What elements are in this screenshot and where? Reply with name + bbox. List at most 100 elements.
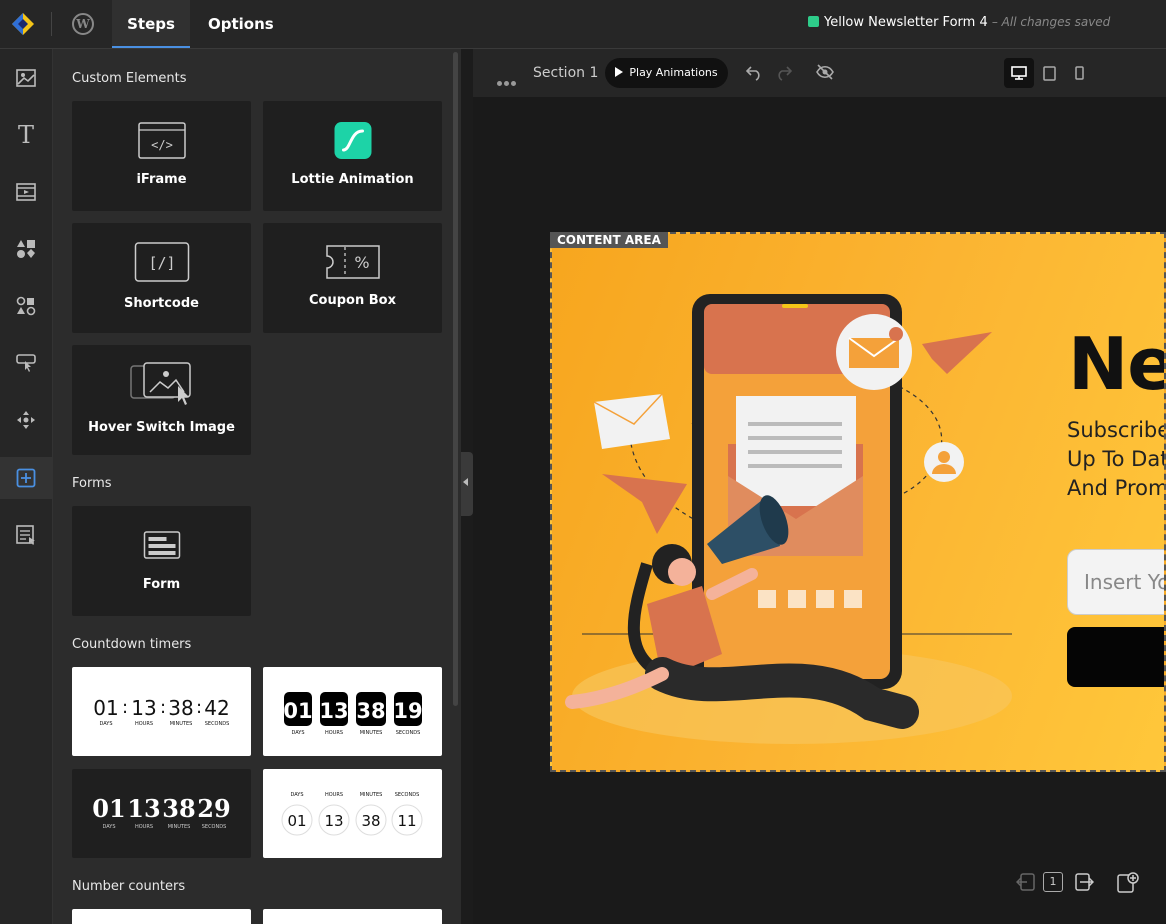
form-title[interactable]: Yellow Newsletter Form 4 [824,15,988,30]
svg-text:HOURS: HOURS [325,792,343,798]
countdown-timers-title: Countdown timers [72,637,192,652]
tablet-view-icon[interactable] [1034,58,1064,88]
app-logo-icon[interactable] [10,12,36,36]
svg-text:38: 38 [361,812,380,830]
timer-days-value: 01 [93,696,118,720]
shortcode-element[interactable]: [/] Shortcode [72,223,251,333]
collapse-panel-button[interactable] [461,452,473,516]
text-icon[interactable]: T [0,115,52,155]
shapes-icon[interactable] [0,229,52,269]
form-label: Form [142,577,181,592]
svg-text:13: 13 [127,794,160,823]
image-icon[interactable] [0,58,52,98]
svg-text:MINUTES: MINUTES [168,824,191,830]
move-icon[interactable] [0,400,52,440]
countdown-timer-style-1[interactable]: 01 : 13 : 38 : 42 DAYS HOURS MINUTES SEC… [72,667,251,756]
svg-text:HOURS: HOURS [135,721,153,727]
button-icon[interactable] [0,343,52,383]
svg-text:DAYS: DAYS [290,792,303,798]
add-step-icon[interactable] [1117,872,1139,894]
hover-switch-image-element[interactable]: Hover Switch Image [72,345,251,455]
svg-text:13: 13 [319,699,348,723]
svg-text:29: 29 [197,794,230,823]
svg-text:DAYS: DAYS [102,824,115,830]
tab-options[interactable]: Options [208,0,274,48]
section-label[interactable]: Section 1 [533,65,598,81]
canvas-toolbar: Section 1 Play Animations [473,49,1166,97]
previous-step-icon[interactable] [1016,872,1036,892]
left-icon-bar: T [0,49,53,924]
svg-text:HOURS: HOURS [325,730,343,736]
svg-text::: : [122,697,128,718]
iframe-icon: </> [137,122,186,159]
play-animations-button[interactable]: Play Animations [605,58,728,88]
add-element-icon[interactable] [0,457,52,499]
svg-text:11: 11 [397,812,416,830]
shortcode-label: Shortcode [124,296,199,311]
svg-text:38: 38 [356,699,385,723]
mobile-view-icon[interactable] [1064,58,1094,88]
form-element-icon [143,531,180,559]
svg-text::: : [196,697,202,718]
shortcode-icon: [/] [134,242,189,282]
svg-text:DAYS: DAYS [291,730,304,736]
coupon-box-label: Coupon Box [309,293,396,308]
svg-text:SECONDS: SECONDS [205,721,230,727]
next-step-icon[interactable] [1074,872,1094,892]
content-area[interactable]: Ne Subscribe Up To Dat And Prom Insert Y… [550,232,1166,772]
undo-icon[interactable] [746,63,762,81]
hover-switch-image-icon [129,362,191,405]
saved-status: – All changes saved [991,15,1111,29]
svg-text::: : [160,697,166,718]
lottie-animation-element[interactable]: Lottie Animation [263,101,442,211]
top-bar: W Steps Options Yellow Newsletter Form 4… [0,0,1166,49]
number-counter-style-2[interactable] [263,909,442,924]
chevron-left-icon [463,478,468,486]
svg-text:SECONDS: SECONDS [395,792,420,798]
tab-steps[interactable]: Steps [112,0,190,48]
desktop-view-icon[interactable] [1004,58,1034,88]
email-field[interactable]: Insert Yo [1067,549,1164,615]
number-counter-style-1[interactable] [72,909,251,924]
countdown-timer-style-2[interactable]: 01 13 38 19 DAYS HOURS MINUTES SECONDS [263,667,442,756]
custom-elements-title: Custom Elements [72,71,187,86]
wordpress-icon[interactable]: W [72,13,94,35]
svg-text:[/]: [/] [148,254,175,272]
redo-icon[interactable] [776,63,792,81]
svg-text:13: 13 [324,812,343,830]
hide-eye-icon[interactable] [816,64,834,80]
number-counters-title: Number counters [72,879,186,894]
newsletter-subtext[interactable]: Subscribe Up To Dat And Prom [1067,416,1166,503]
iframe-label: iFrame [136,172,187,187]
svg-text:</>: </> [151,138,173,152]
subscribe-button[interactable] [1067,627,1164,687]
forms-title: Forms [72,476,112,491]
timer-minutes-value: 38 [168,696,193,720]
svg-text:19: 19 [393,699,422,723]
subtext-line-3: And Prom [1067,476,1166,500]
svg-text:SECONDS: SECONDS [202,824,227,830]
iframe-element[interactable]: </> iFrame [72,101,251,211]
video-icon[interactable] [0,172,52,212]
content-area-label: CONTENT AREA [550,232,668,248]
svg-text:SECONDS: SECONDS [396,730,421,736]
countdown-timer-style-4[interactable]: DAYS HOURS MINUTES SECONDS 01 13 38 11 [263,769,442,858]
countdown-timer-style-3[interactable]: 01 13 38 29 DAYS HOURS MINUTES SECONDS [72,769,251,858]
hover-switch-image-label: Hover Switch Image [88,420,235,435]
svg-text:MINUTES: MINUTES [170,721,193,727]
timer-hours-value: 13 [131,696,156,720]
svg-text:01: 01 [283,699,312,723]
newsletter-headline[interactable]: Ne [1068,322,1164,406]
elements-icon[interactable] [0,286,52,326]
panel-scrollbar[interactable] [453,52,458,706]
elements-panel: Custom Elements </> iFrame Lottie Animat… [53,49,461,924]
form-element[interactable]: Form [72,506,251,616]
svg-text:HOURS: HOURS [135,824,153,830]
form-title-bar: Yellow Newsletter Form 4 – All changes s… [808,15,1110,30]
more-options-icon[interactable] [497,71,518,90]
form-icon[interactable] [0,515,52,555]
svg-text:MINUTES: MINUTES [360,792,383,798]
coupon-box-element[interactable]: % Coupon Box [263,223,442,333]
coupon-icon: % [325,245,380,279]
step-number-indicator[interactable]: 1 [1043,872,1063,892]
